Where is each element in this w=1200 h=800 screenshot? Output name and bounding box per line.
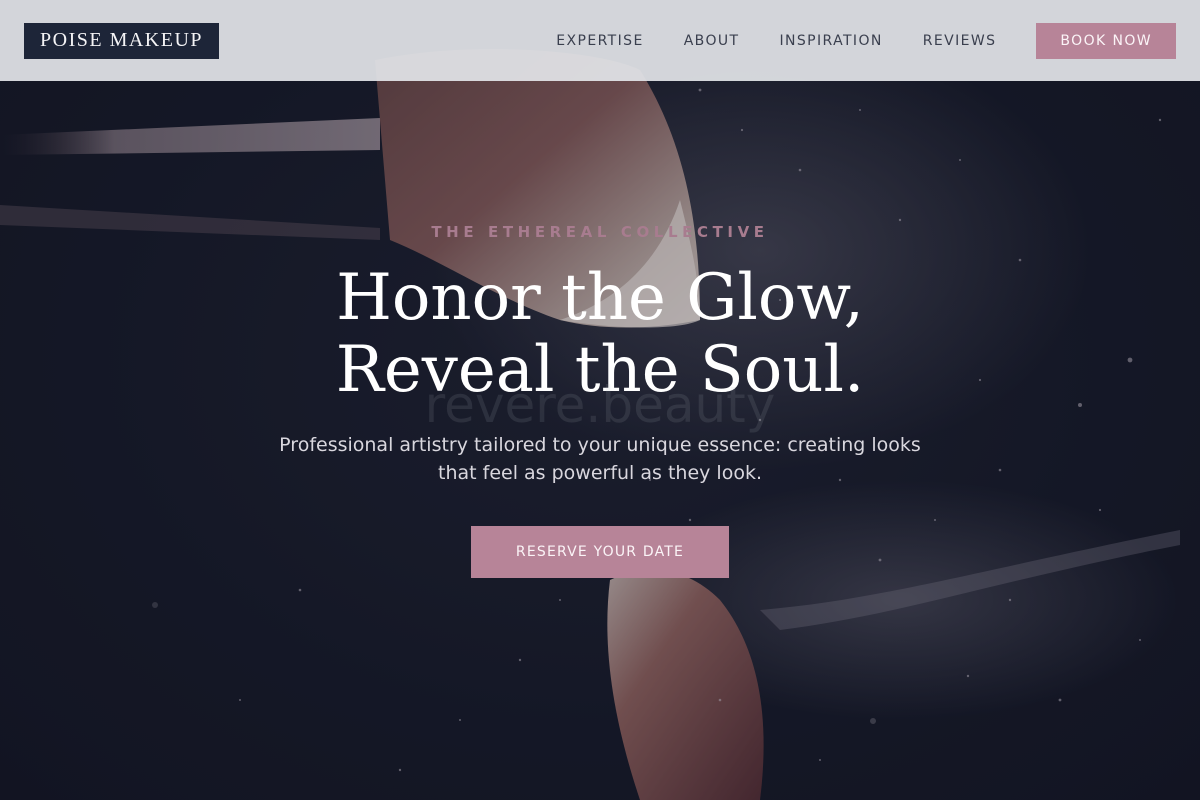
hero-subtitle-line-2: that feel as powerful as they look. <box>438 462 762 484</box>
hero-headline-line-1: Honor the Glow, <box>336 261 864 335</box>
hero-subtitle: Professional artistry tailored to your u… <box>0 431 1200 487</box>
reserve-date-button[interactable]: RESERVE YOUR DATE <box>471 526 729 578</box>
nav-link-reviews[interactable]: REVIEWS <box>923 33 997 49</box>
nav-link-inspiration[interactable]: INSPIRATION <box>779 33 882 49</box>
watermark-text: revere.beauty <box>424 376 776 434</box>
nav-link-expertise[interactable]: EXPERTISE <box>556 33 643 49</box>
book-now-button[interactable]: BOOK NOW <box>1036 22 1176 59</box>
main-nav: EXPERTISE ABOUT INSPIRATION REVIEWS <box>556 33 996 49</box>
site-header: POISE MAKEUP EXPERTISE ABOUT INSPIRATION… <box>0 0 1200 81</box>
nav-link-about[interactable]: ABOUT <box>684 33 740 49</box>
hero-subtitle-line-1: Professional artistry tailored to your u… <box>279 434 921 456</box>
hero-eyebrow: THE ETHEREAL COLLECTIVE <box>431 223 769 241</box>
brand-logo[interactable]: POISE MAKEUP <box>24 22 220 59</box>
hero-content: THE ETHEREAL COLLECTIVE Honor the Glow, … <box>0 0 1200 800</box>
